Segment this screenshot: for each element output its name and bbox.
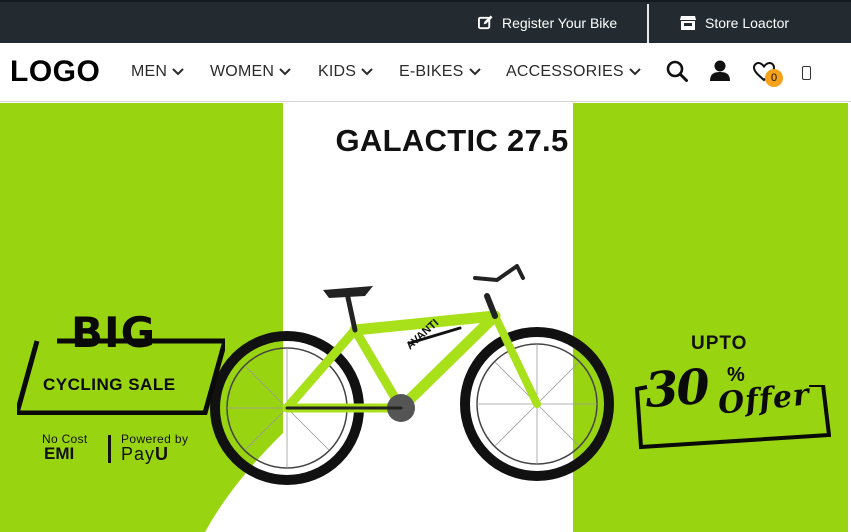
nav-women[interactable]: WOMEN (210, 63, 291, 81)
payu-logo: PayU (121, 444, 169, 465)
store-locator-label: Store Loactor (705, 14, 790, 31)
edit-icon (478, 15, 493, 30)
phone-icon[interactable] (802, 66, 811, 80)
chevron-down-icon (629, 68, 641, 76)
store-icon (680, 15, 696, 30)
nav-accessories-label: ACCESSORIES (506, 63, 624, 80)
search-button[interactable] (666, 60, 688, 87)
offer-upto: UPTO (691, 333, 748, 354)
wishlist-count-badge: 0 (765, 69, 783, 87)
sale-big-text: BIG (71, 308, 157, 357)
topbar-divider (647, 4, 649, 43)
nav-men-label: MEN (131, 63, 168, 80)
search-icon (666, 60, 688, 82)
nav-kids-label: KIDS (318, 63, 357, 80)
chevron-down-icon (361, 68, 373, 76)
main-header: LOGO MEN WOMEN KIDS E-BIKES ACCESSORIES (0, 43, 851, 102)
chevron-down-icon (172, 68, 184, 76)
register-bike-label: Register Your Bike (502, 14, 618, 31)
offer-frame (634, 385, 831, 450)
chevron-down-icon (279, 68, 291, 76)
nav-men[interactable]: MEN (131, 63, 184, 81)
nav-kids[interactable]: KIDS (318, 63, 373, 81)
register-bike-link[interactable]: Register Your Bike (478, 2, 617, 43)
nav-accessories[interactable]: ACCESSORIES (506, 63, 641, 81)
emi-label: EMI (44, 444, 75, 463)
payu-logo-u: U (155, 444, 170, 464)
account-button[interactable] (710, 60, 730, 87)
bicycle-image: AVANTI (210, 264, 614, 485)
top-utility-bar: Register Your Bike Store Loactor (0, 0, 851, 43)
nav-women-label: WOMEN (210, 63, 275, 80)
chevron-down-icon (468, 68, 481, 76)
emi-divider (108, 435, 111, 463)
store-locator-link[interactable]: Store Loactor (680, 2, 789, 43)
product-title: GALACTIC 27.5 (335, 123, 569, 158)
sale-subtitle: CYCLING SALE (43, 375, 176, 394)
hero-banner[interactable]: GALACTIC 27.5 AVANTI BIG CYCLING SALE No… (0, 103, 848, 532)
nav-e-bikes[interactable]: E-BIKES (399, 63, 481, 81)
user-icon (710, 60, 730, 81)
nav-e-bikes-label: E-BIKES (399, 63, 464, 80)
site-logo[interactable]: LOGO (10, 55, 100, 89)
payu-logo-text: Pay (121, 444, 156, 464)
